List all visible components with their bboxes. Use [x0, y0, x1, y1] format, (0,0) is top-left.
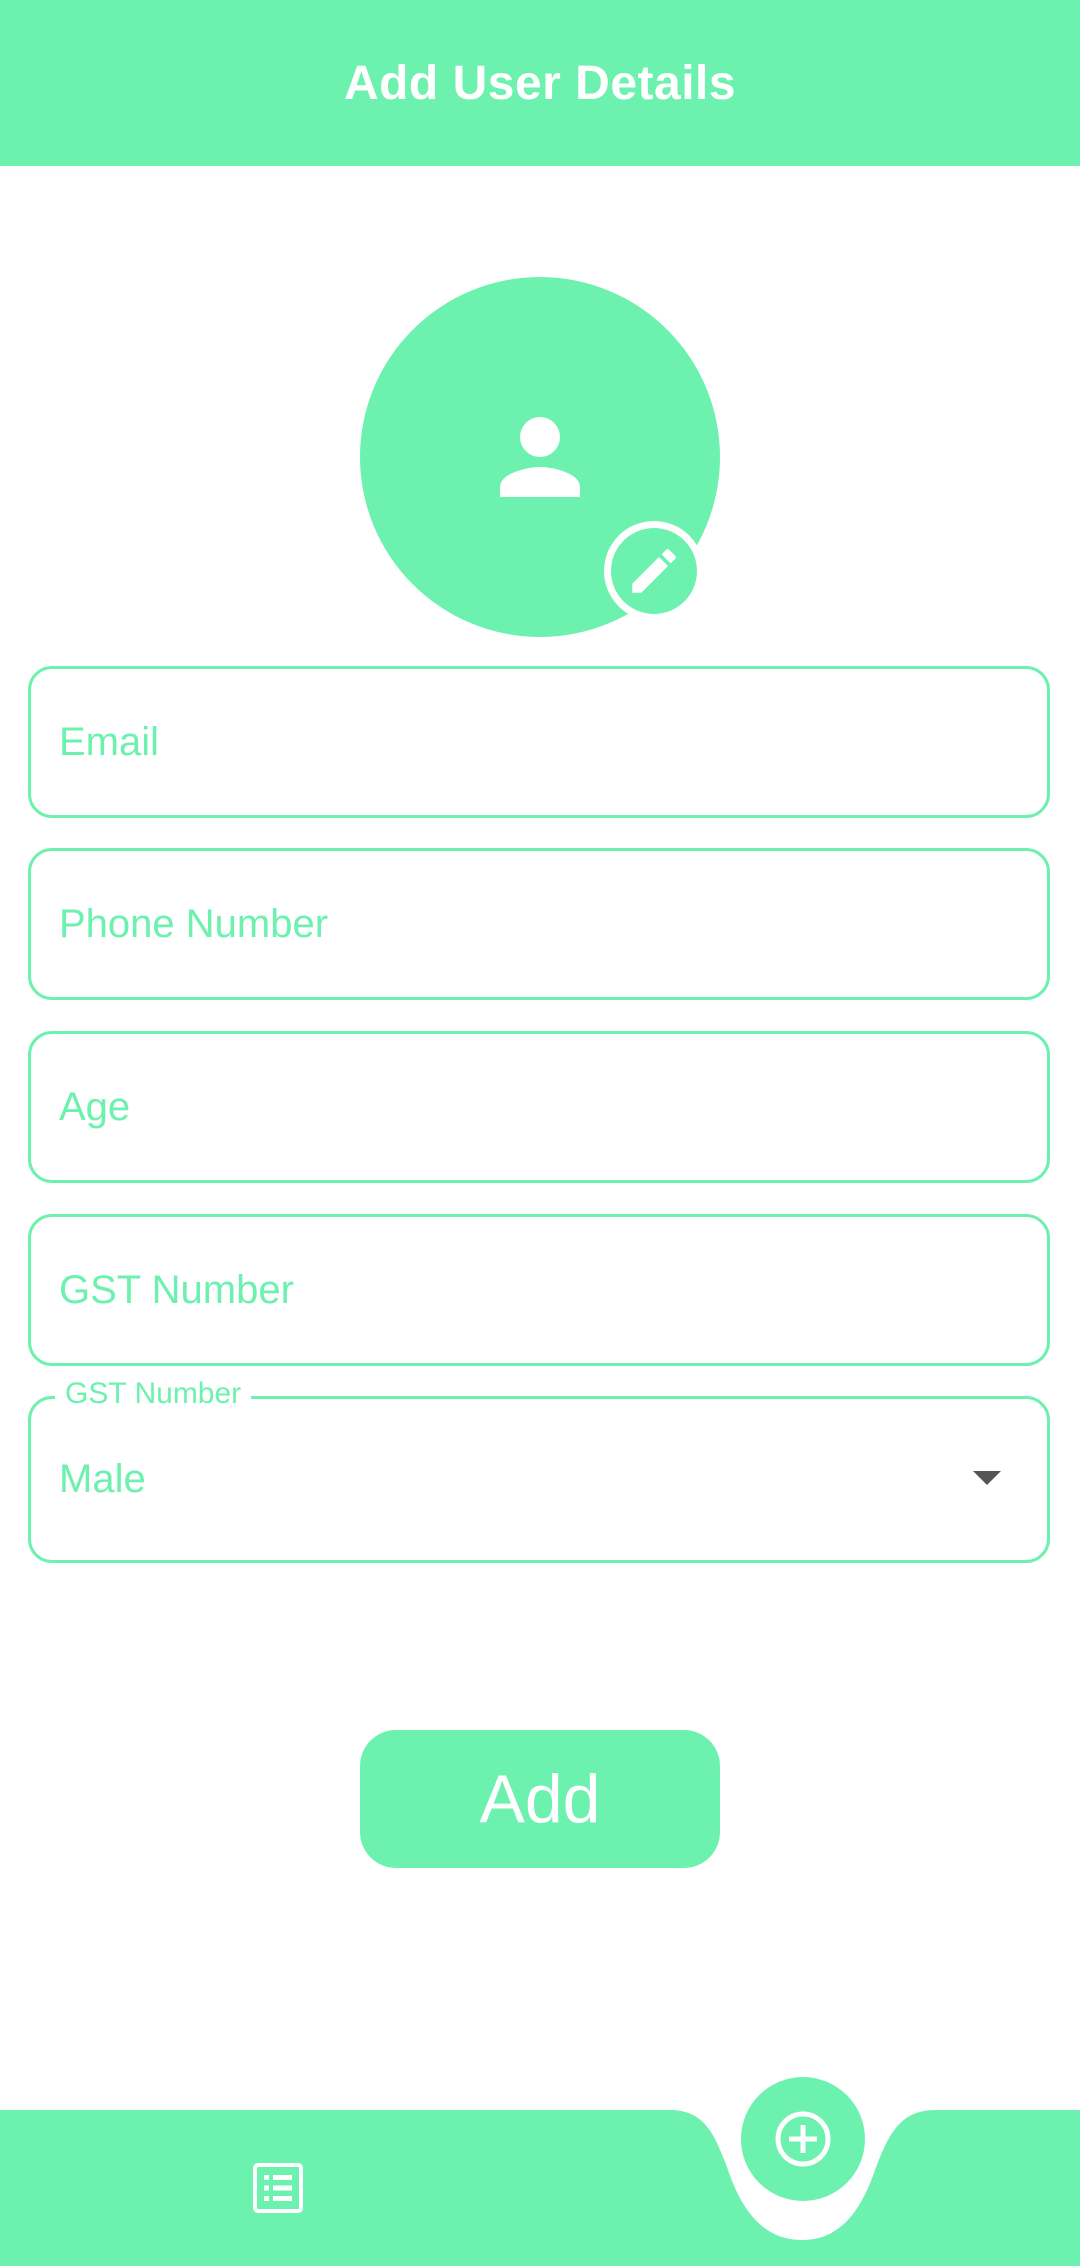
avatar-picker[interactable]	[360, 277, 720, 637]
gst-number-field[interactable]: GST Number	[28, 1214, 1050, 1366]
gst-number-placeholder: GST Number	[59, 1267, 294, 1312]
app-bar: Add User Details	[0, 0, 1080, 166]
page-title: Add User Details	[343, 56, 737, 110]
age-field[interactable]: Age	[28, 1031, 1050, 1183]
bottom-nav-background	[0, 2110, 1080, 2266]
bottom-navigation	[0, 2077, 1080, 2266]
add-button[interactable]: Add	[360, 1730, 720, 1868]
add-button-label: Add	[479, 1761, 601, 1837]
age-placeholder: Age	[59, 1084, 131, 1129]
person-icon	[500, 417, 580, 497]
gender-dropdown[interactable]: GST Number Male	[28, 1377, 1050, 1563]
edit-avatar-button[interactable]	[604, 521, 704, 621]
add-nav-button[interactable]	[741, 2077, 865, 2201]
add-circle-icon	[775, 2111, 831, 2167]
email-placeholder: Email	[59, 719, 160, 764]
phone-number-placeholder: Phone Number	[59, 901, 329, 946]
dropdown-value: Male	[59, 1457, 146, 1501]
list-icon[interactable]	[252, 2162, 304, 2214]
dropdown-label: GST Number	[55, 1377, 252, 1411]
email-field[interactable]: Email	[28, 666, 1050, 818]
caret-down-icon[interactable]	[973, 1471, 1001, 1485]
add-user-screen: Add User Details Email Phone Number Age …	[0, 0, 1080, 2266]
pencil-icon	[632, 549, 676, 593]
phone-number-field[interactable]: Phone Number	[28, 848, 1050, 1000]
